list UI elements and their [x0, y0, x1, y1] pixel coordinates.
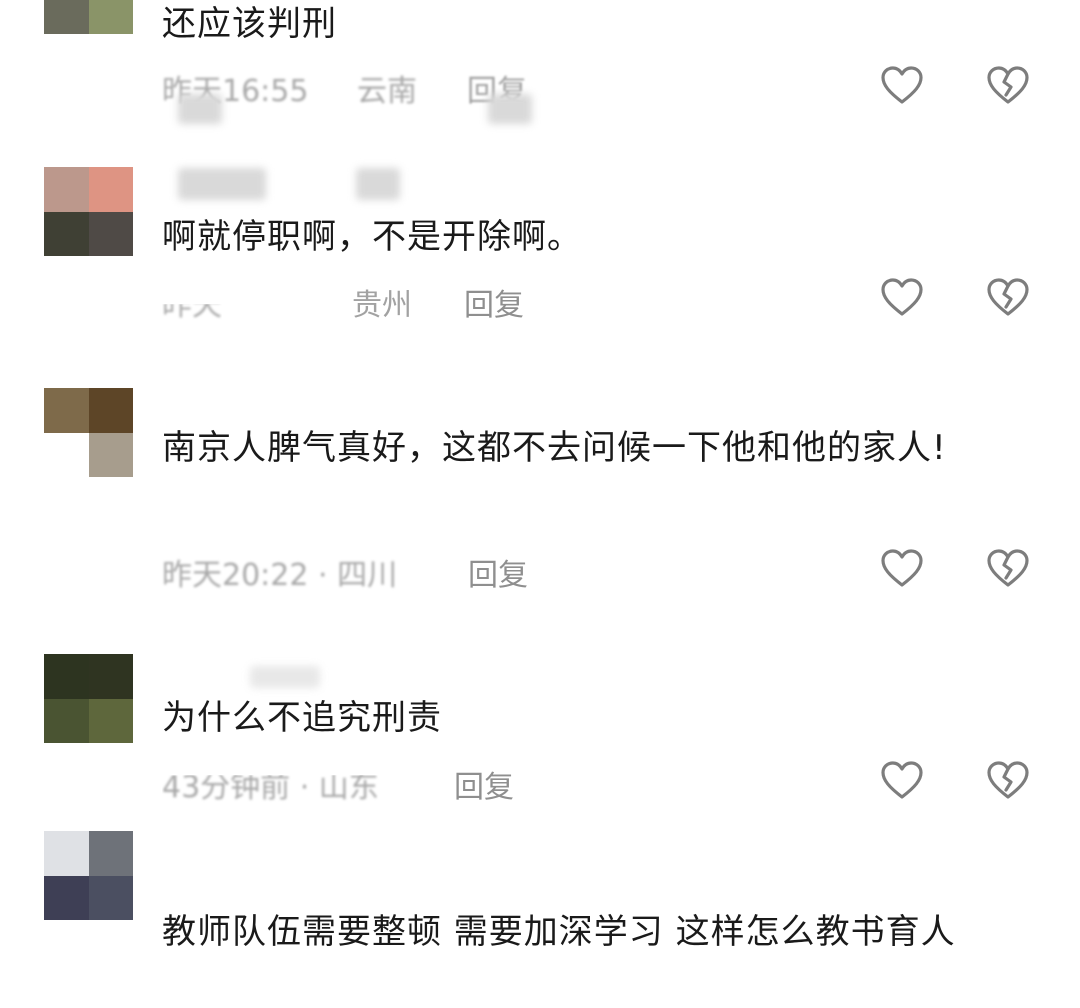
comment-meta: 昨天20:22 · 四川 回复 [162, 550, 582, 593]
redacted-username [250, 666, 320, 688]
redacted-username [356, 168, 400, 200]
broken-heart-icon[interactable] [986, 64, 1030, 108]
comment-time: 43分钟前 · 山东 [162, 770, 379, 805]
redacted-block [488, 94, 532, 124]
comment-meta: 43分钟前 · 山东 回复 [162, 762, 582, 805]
avatar[interactable] [44, 167, 133, 256]
comment-location: 贵州 [352, 288, 412, 323]
reply-button[interactable]: 回复 [454, 762, 514, 806]
comment-time: 昨天 [162, 288, 222, 323]
broken-heart-icon[interactable] [986, 759, 1030, 803]
redacted-username [178, 168, 266, 200]
redacted-block [178, 94, 222, 124]
comment-location: 云南 [357, 74, 417, 109]
broken-heart-icon[interactable] [986, 547, 1030, 591]
avatar[interactable] [44, 0, 133, 34]
comment-meta: 昨天 贵州 回复 [162, 280, 562, 323]
reply-button[interactable]: 回复 [464, 280, 524, 324]
avatar[interactable] [44, 654, 133, 743]
avatar[interactable] [44, 388, 133, 477]
comment-time: 昨天20:22 · 四川 [162, 558, 398, 593]
comment-text: 为什么不追究刑责 [162, 698, 442, 738]
reply-button[interactable]: 回复 [468, 550, 528, 594]
comment-text: 教师队伍需要整顿 需要加深学习 这样怎么教书育人 [162, 912, 956, 952]
comment-text: 啊就停职啊，不是开除啊。 [162, 217, 582, 257]
heart-outline-icon[interactable] [880, 547, 924, 591]
heart-outline-icon[interactable] [880, 64, 924, 108]
comment-text: 还应该判刑 [162, 4, 337, 44]
comment-text: 南京人脾气真好，这都不去问候一下他和他的家人! [162, 428, 947, 468]
avatar[interactable] [44, 831, 133, 920]
heart-outline-icon[interactable] [880, 276, 924, 320]
broken-heart-icon[interactable] [986, 276, 1030, 320]
heart-outline-icon[interactable] [880, 759, 924, 803]
